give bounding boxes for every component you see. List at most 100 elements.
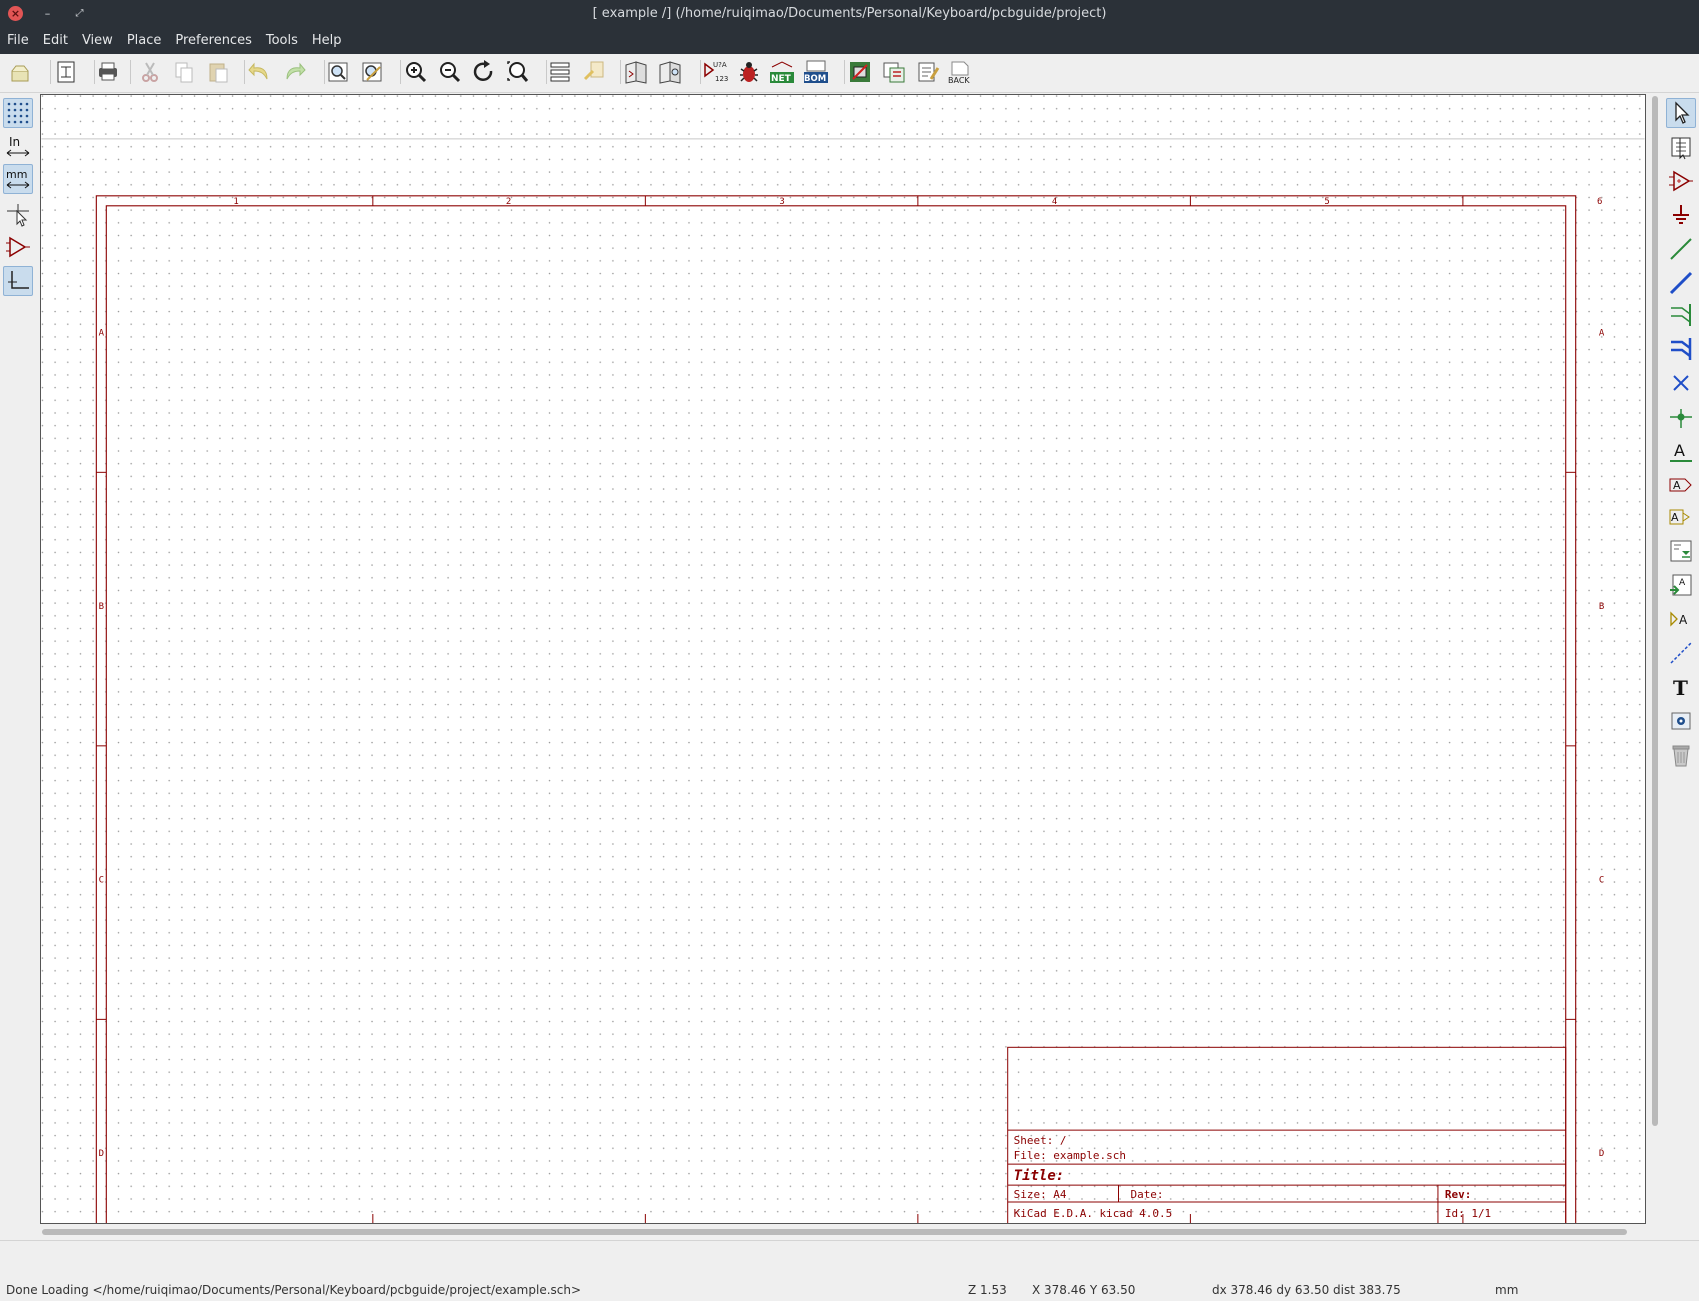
svg-text:123: 123 bbox=[715, 75, 728, 83]
menu-file[interactable]: File bbox=[0, 28, 36, 53]
units-inch-button[interactable]: In bbox=[3, 132, 33, 162]
erc-icon[interactable] bbox=[735, 58, 763, 86]
svg-text:BACK: BACK bbox=[948, 76, 970, 85]
svg-text:NET: NET bbox=[771, 74, 792, 84]
left-options-toolbar: In mm bbox=[0, 94, 38, 1244]
horizontal-vertical-wires-button[interactable] bbox=[3, 266, 33, 296]
zoom-in-icon[interactable] bbox=[402, 58, 430, 86]
redo-icon[interactable] bbox=[280, 58, 308, 86]
menu-preferences[interactable]: Preferences bbox=[168, 28, 258, 53]
row-label: C bbox=[1599, 876, 1604, 886]
hv-lines-icon bbox=[8, 271, 29, 289]
title-block-sheet: Sheet: / bbox=[1014, 1134, 1067, 1147]
annotate-icon[interactable]: U?A 123 bbox=[702, 58, 730, 86]
global-label-icon[interactable]: A bbox=[1666, 470, 1696, 500]
menu-view[interactable]: View bbox=[75, 28, 120, 53]
print-icon[interactable] bbox=[94, 58, 122, 86]
hierarchy-navigator-icon[interactable] bbox=[546, 58, 574, 86]
menu-help[interactable]: Help bbox=[305, 28, 349, 53]
horizontal-scrollbar[interactable] bbox=[40, 1226, 1646, 1238]
pcbnew-icon[interactable] bbox=[880, 58, 908, 86]
paste-icon[interactable] bbox=[204, 58, 232, 86]
find-replace-icon[interactable] bbox=[358, 58, 386, 86]
zoom-out-icon[interactable] bbox=[436, 58, 464, 86]
wire-to-bus-entry-icon[interactable] bbox=[1666, 300, 1696, 330]
show-grid-toggle[interactable] bbox=[3, 98, 33, 128]
right-drawing-toolbar: A A A A A T bbox=[1664, 94, 1699, 1244]
copy-icon[interactable] bbox=[170, 58, 198, 86]
net-label-icon[interactable]: A bbox=[1666, 436, 1696, 466]
leave-sheet-icon[interactable] bbox=[580, 58, 608, 86]
horizontal-scroll-thumb[interactable] bbox=[42, 1229, 1627, 1235]
vertical-scrollbar[interactable] bbox=[1649, 94, 1661, 1224]
menubar: File Edit View Place Preferences Tools Help bbox=[0, 28, 1699, 54]
schematic-canvas[interactable]: 1 2 3 4 5 6 A B C D A B C D Sheet: / Fil… bbox=[40, 94, 1646, 1224]
redraw-icon[interactable] bbox=[470, 58, 498, 86]
vertical-scroll-thumb[interactable] bbox=[1652, 96, 1658, 1126]
bom-icon[interactable]: BOM bbox=[802, 58, 830, 86]
svg-text:U?A: U?A bbox=[713, 61, 727, 69]
full-crosshair-icon bbox=[7, 204, 29, 227]
units-mm-button[interactable]: mm bbox=[3, 164, 33, 194]
status-relative-coords: dx 378.46 dy 63.50 dist 383.75 bbox=[1212, 1283, 1401, 1297]
svg-text:T: T bbox=[1673, 676, 1688, 700]
title-block-rev: Rev: bbox=[1445, 1188, 1471, 1201]
find-icon[interactable] bbox=[324, 58, 352, 86]
grid-icon bbox=[7, 102, 29, 124]
back-to-pcb-icon[interactable]: BACK bbox=[946, 58, 974, 86]
inch-units-icon: In bbox=[6, 135, 30, 157]
cut-icon[interactable] bbox=[136, 58, 164, 86]
title-block-file: File: example.sch bbox=[1014, 1149, 1126, 1162]
show-hidden-pins-button[interactable] bbox=[3, 232, 33, 262]
svg-text:A: A bbox=[1671, 511, 1679, 524]
delete-icon[interactable] bbox=[1666, 740, 1696, 770]
junction-icon[interactable] bbox=[1666, 402, 1696, 432]
svg-text:BOM: BOM bbox=[804, 74, 826, 84]
place-power-icon[interactable] bbox=[1666, 200, 1696, 230]
hierarchical-sheet-icon[interactable] bbox=[1666, 536, 1696, 566]
place-component-icon[interactable] bbox=[1666, 166, 1696, 196]
title-block-generator: KiCad E.D.A. kicad 4.0.5 bbox=[1014, 1207, 1173, 1220]
message-panel bbox=[0, 1240, 1699, 1281]
zoom-fit-icon[interactable] bbox=[504, 58, 532, 86]
svg-text:A: A bbox=[1674, 441, 1685, 460]
cvpcb-icon[interactable] bbox=[846, 58, 874, 86]
graphic-line-icon[interactable] bbox=[1666, 638, 1696, 668]
page-settings-icon[interactable] bbox=[52, 58, 80, 86]
cursor-shape-button[interactable] bbox=[3, 200, 33, 230]
main-toolbar: U?A 123 NET BOM BACK bbox=[0, 54, 1699, 93]
menu-edit[interactable]: Edit bbox=[36, 28, 75, 53]
import-sheet-pin-icon[interactable]: A bbox=[1666, 570, 1696, 600]
netlist-icon[interactable]: NET bbox=[768, 58, 796, 86]
hierarchical-label-icon[interactable]: A bbox=[1666, 502, 1696, 532]
status-message: Done Loading </home/ruiqimao/Documents/P… bbox=[6, 1283, 582, 1297]
library-browser-icon[interactable] bbox=[656, 58, 684, 86]
window-titlebar: × – ⤢ [ example /] (/home/ruiqimao/Docum… bbox=[0, 0, 1699, 28]
menu-tools[interactable]: Tools bbox=[259, 28, 305, 53]
undo-icon[interactable] bbox=[246, 58, 274, 86]
title-block-id: Id: 1/1 bbox=[1445, 1207, 1491, 1220]
no-connect-flag-icon[interactable] bbox=[1666, 368, 1696, 398]
menu-place[interactable]: Place bbox=[120, 28, 169, 53]
row-label: A bbox=[1599, 329, 1605, 339]
row-label: C bbox=[99, 876, 104, 886]
library-editor-icon[interactable] bbox=[622, 58, 650, 86]
text-icon[interactable]: T bbox=[1666, 672, 1696, 702]
place-bus-icon[interactable] bbox=[1666, 268, 1696, 298]
hierarchy-sheet-navigate-icon[interactable] bbox=[1666, 132, 1696, 162]
status-units: mm bbox=[1495, 1283, 1519, 1297]
image-icon[interactable] bbox=[1666, 706, 1696, 736]
new-schematic-icon[interactable] bbox=[6, 58, 34, 86]
bus-to-bus-entry-icon[interactable] bbox=[1666, 334, 1696, 364]
svg-text:A: A bbox=[1673, 479, 1681, 492]
import-footprint-assignment-icon[interactable] bbox=[914, 58, 942, 86]
place-wire-icon[interactable] bbox=[1666, 234, 1696, 264]
select-arrow-icon[interactable] bbox=[1666, 98, 1696, 128]
add-sheet-pin-icon[interactable]: A bbox=[1666, 604, 1696, 634]
column-label: 3 bbox=[779, 197, 784, 207]
svg-text:In: In bbox=[9, 135, 20, 149]
svg-text:A: A bbox=[1679, 613, 1688, 627]
status-bar: Done Loading </home/ruiqimao/Documents/P… bbox=[0, 1280, 1699, 1301]
status-zoom: Z 1.53 bbox=[968, 1283, 1007, 1297]
row-label: D bbox=[1599, 1149, 1604, 1159]
